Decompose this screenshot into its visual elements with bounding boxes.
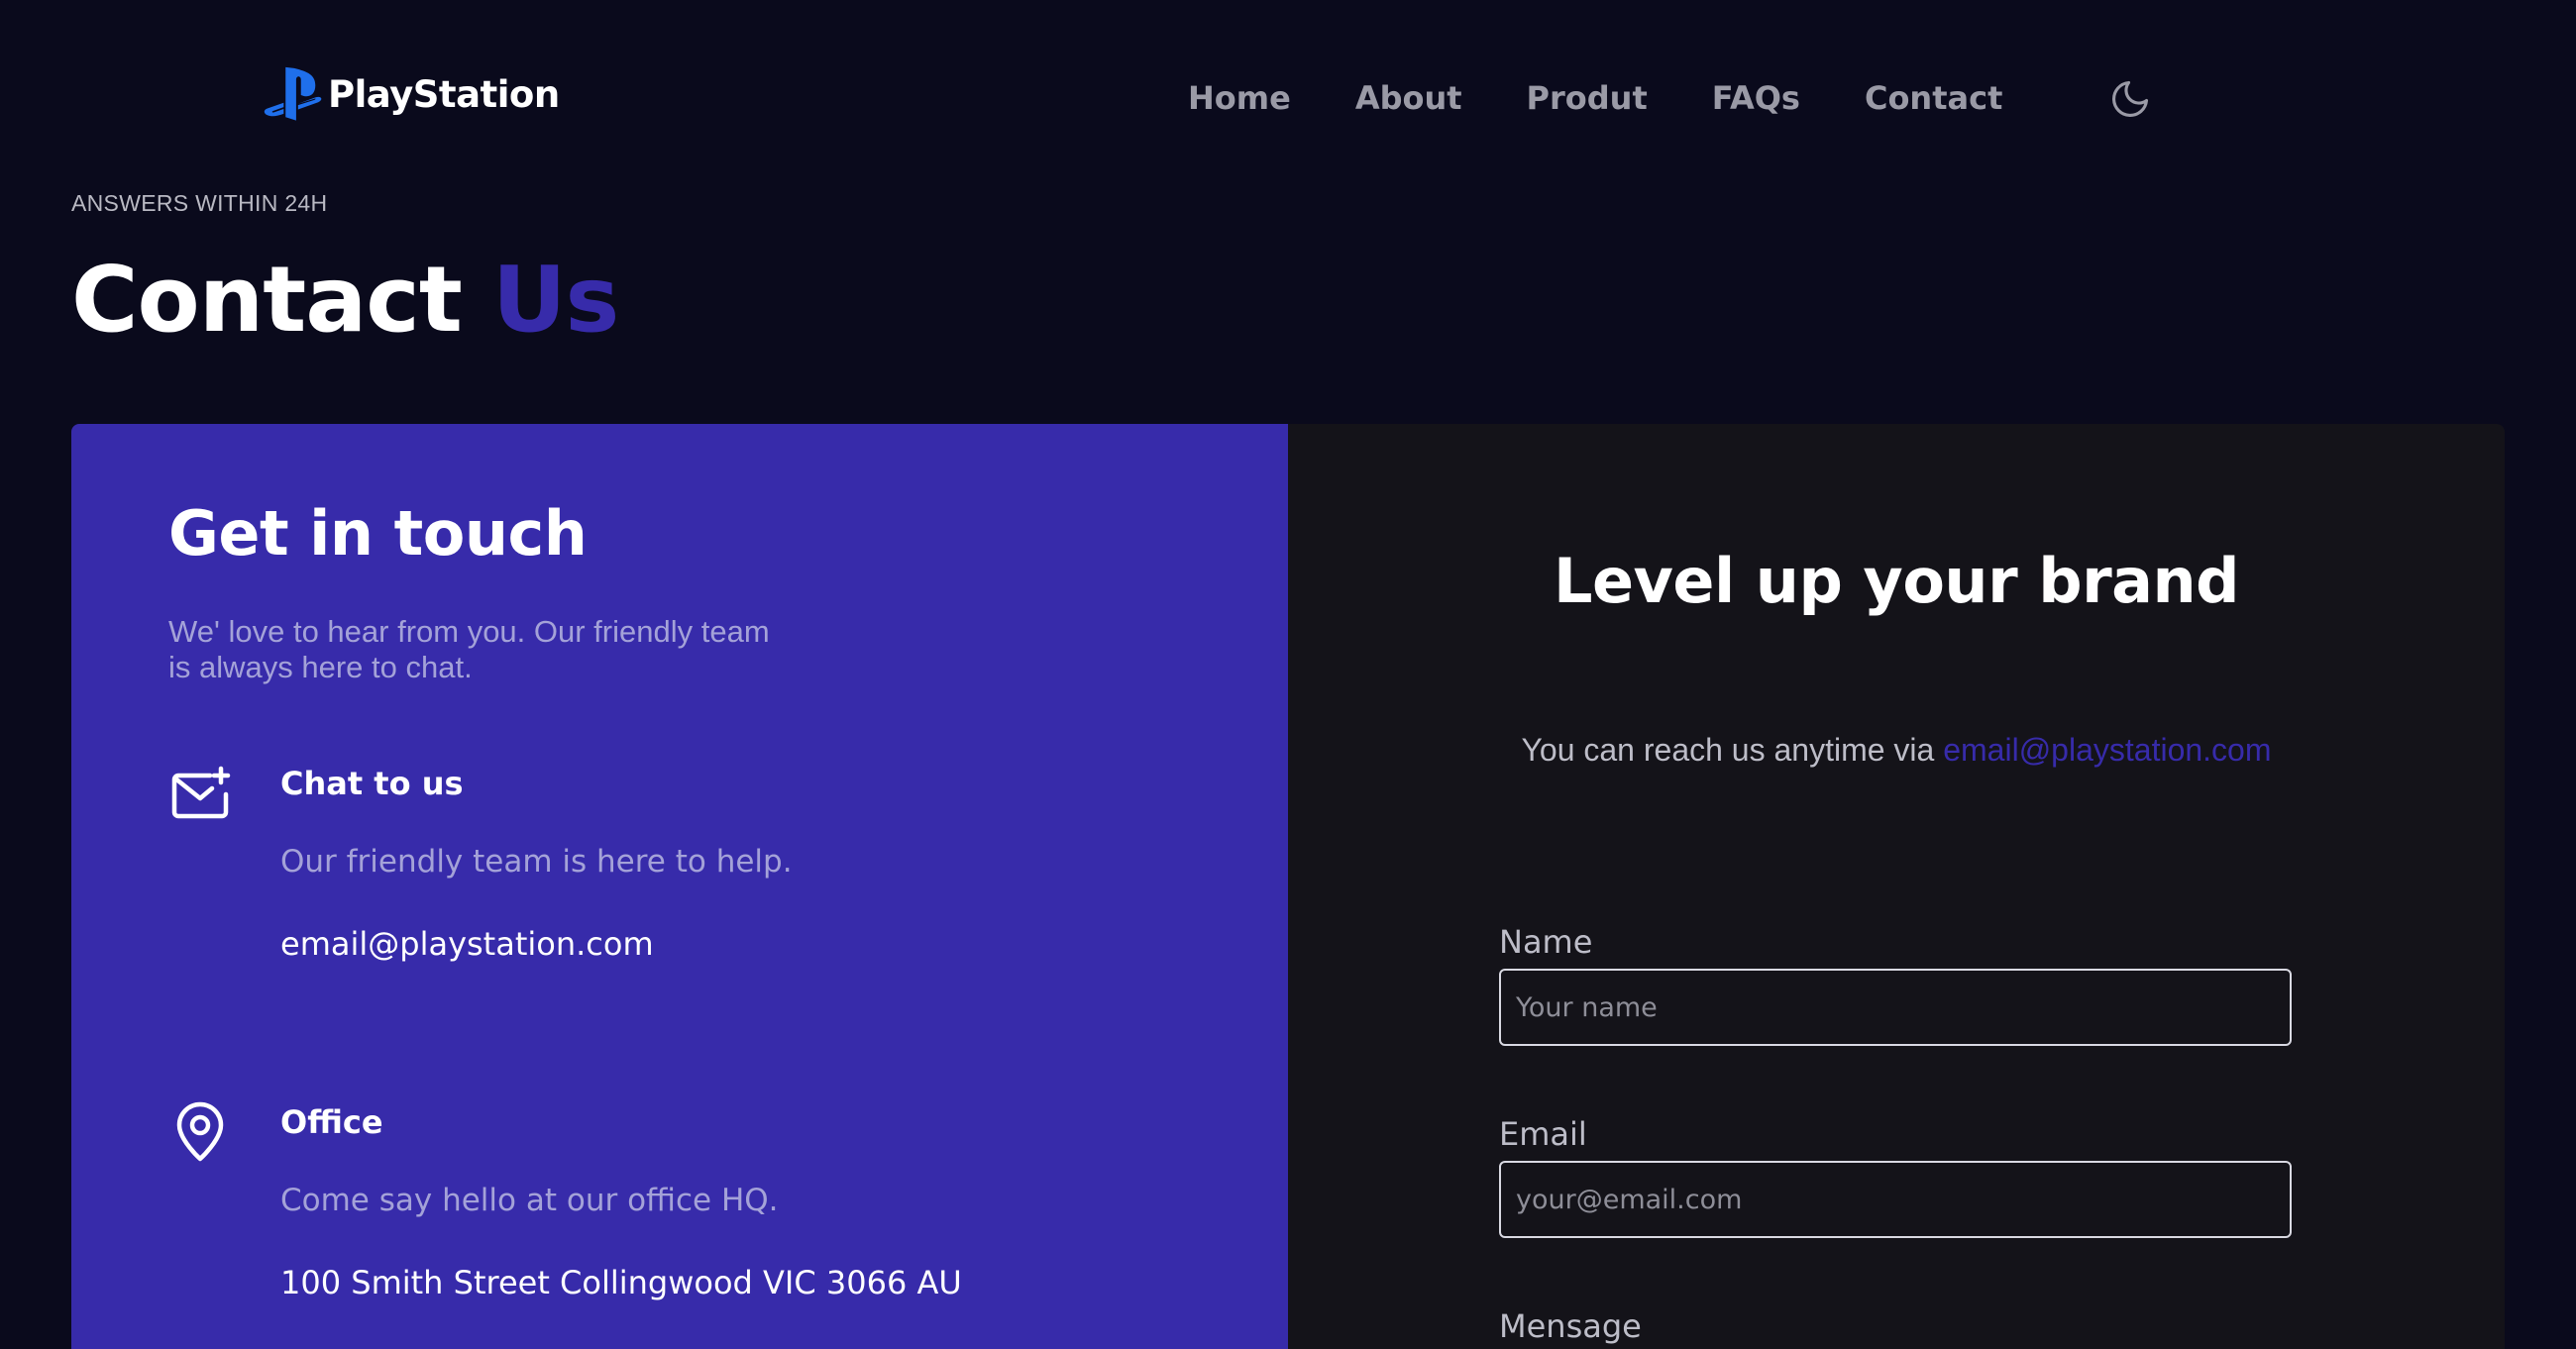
nav-about-link[interactable]: About	[1355, 80, 1462, 116]
page-title-main: Contact	[71, 247, 463, 353]
contact-form-panel: Level up your brand You can reach us any…	[1288, 424, 2505, 1349]
office-description: Come say hello at our office HQ.	[280, 1183, 779, 1218]
reach-prefix: You can reach us anytime via	[1521, 732, 1944, 768]
nav-home-link[interactable]: Home	[1188, 80, 1291, 116]
chat-title: Chat to us	[280, 765, 464, 802]
office-title: Office	[280, 1103, 383, 1141]
main-nav: Home About Produt FAQs Contact	[1188, 80, 2002, 116]
mail-plus-icon	[168, 765, 232, 828]
theme-toggle-button[interactable]	[2108, 77, 2152, 121]
page-title-accent: Us	[491, 247, 619, 353]
message-label: Mensage	[1499, 1307, 1642, 1345]
name-label: Name	[1499, 923, 1593, 961]
contact-info-panel: Get in touch We' love to hear from you. …	[71, 424, 1288, 1349]
info-panel-title: Get in touch	[168, 497, 588, 570]
info-panel-intro: We' love to hear from you. Our friendly …	[168, 614, 842, 685]
reach-text: You can reach us anytime via email@plays…	[1288, 732, 2505, 769]
reach-email-link[interactable]: email@playstation.com	[1943, 732, 2271, 768]
chat-description: Our friendly team is here to help.	[280, 844, 793, 880]
playstation-logo-icon	[263, 63, 324, 125]
email-field[interactable]	[1499, 1161, 2292, 1238]
page-title: Contact Us	[71, 247, 619, 353]
email-label: Email	[1499, 1115, 1587, 1153]
chat-email[interactable]: email@playstation.com	[280, 925, 654, 963]
nav-faqs-link[interactable]: FAQs	[1712, 80, 1800, 116]
form-title: Level up your brand	[1553, 545, 2240, 617]
office-address: 100 Smith Street Collingwood VIC 3066 AU	[280, 1264, 962, 1301]
brand-name: PlayStation	[328, 72, 560, 116]
nav-product-link[interactable]: Produt	[1527, 80, 1648, 116]
moon-icon	[2108, 77, 2152, 121]
location-pin-icon	[168, 1100, 232, 1164]
intro-line-1: We' love to hear from you. Our friendly …	[168, 614, 770, 649]
eyebrow-text: ANSWERS WITHIN 24H	[71, 190, 328, 216]
name-field[interactable]	[1499, 969, 2292, 1046]
intro-line-2: is always here to chat.	[168, 650, 473, 684]
nav-contact-link[interactable]: Contact	[1865, 80, 2002, 116]
brand-logo[interactable]: PlayStation	[263, 63, 560, 125]
